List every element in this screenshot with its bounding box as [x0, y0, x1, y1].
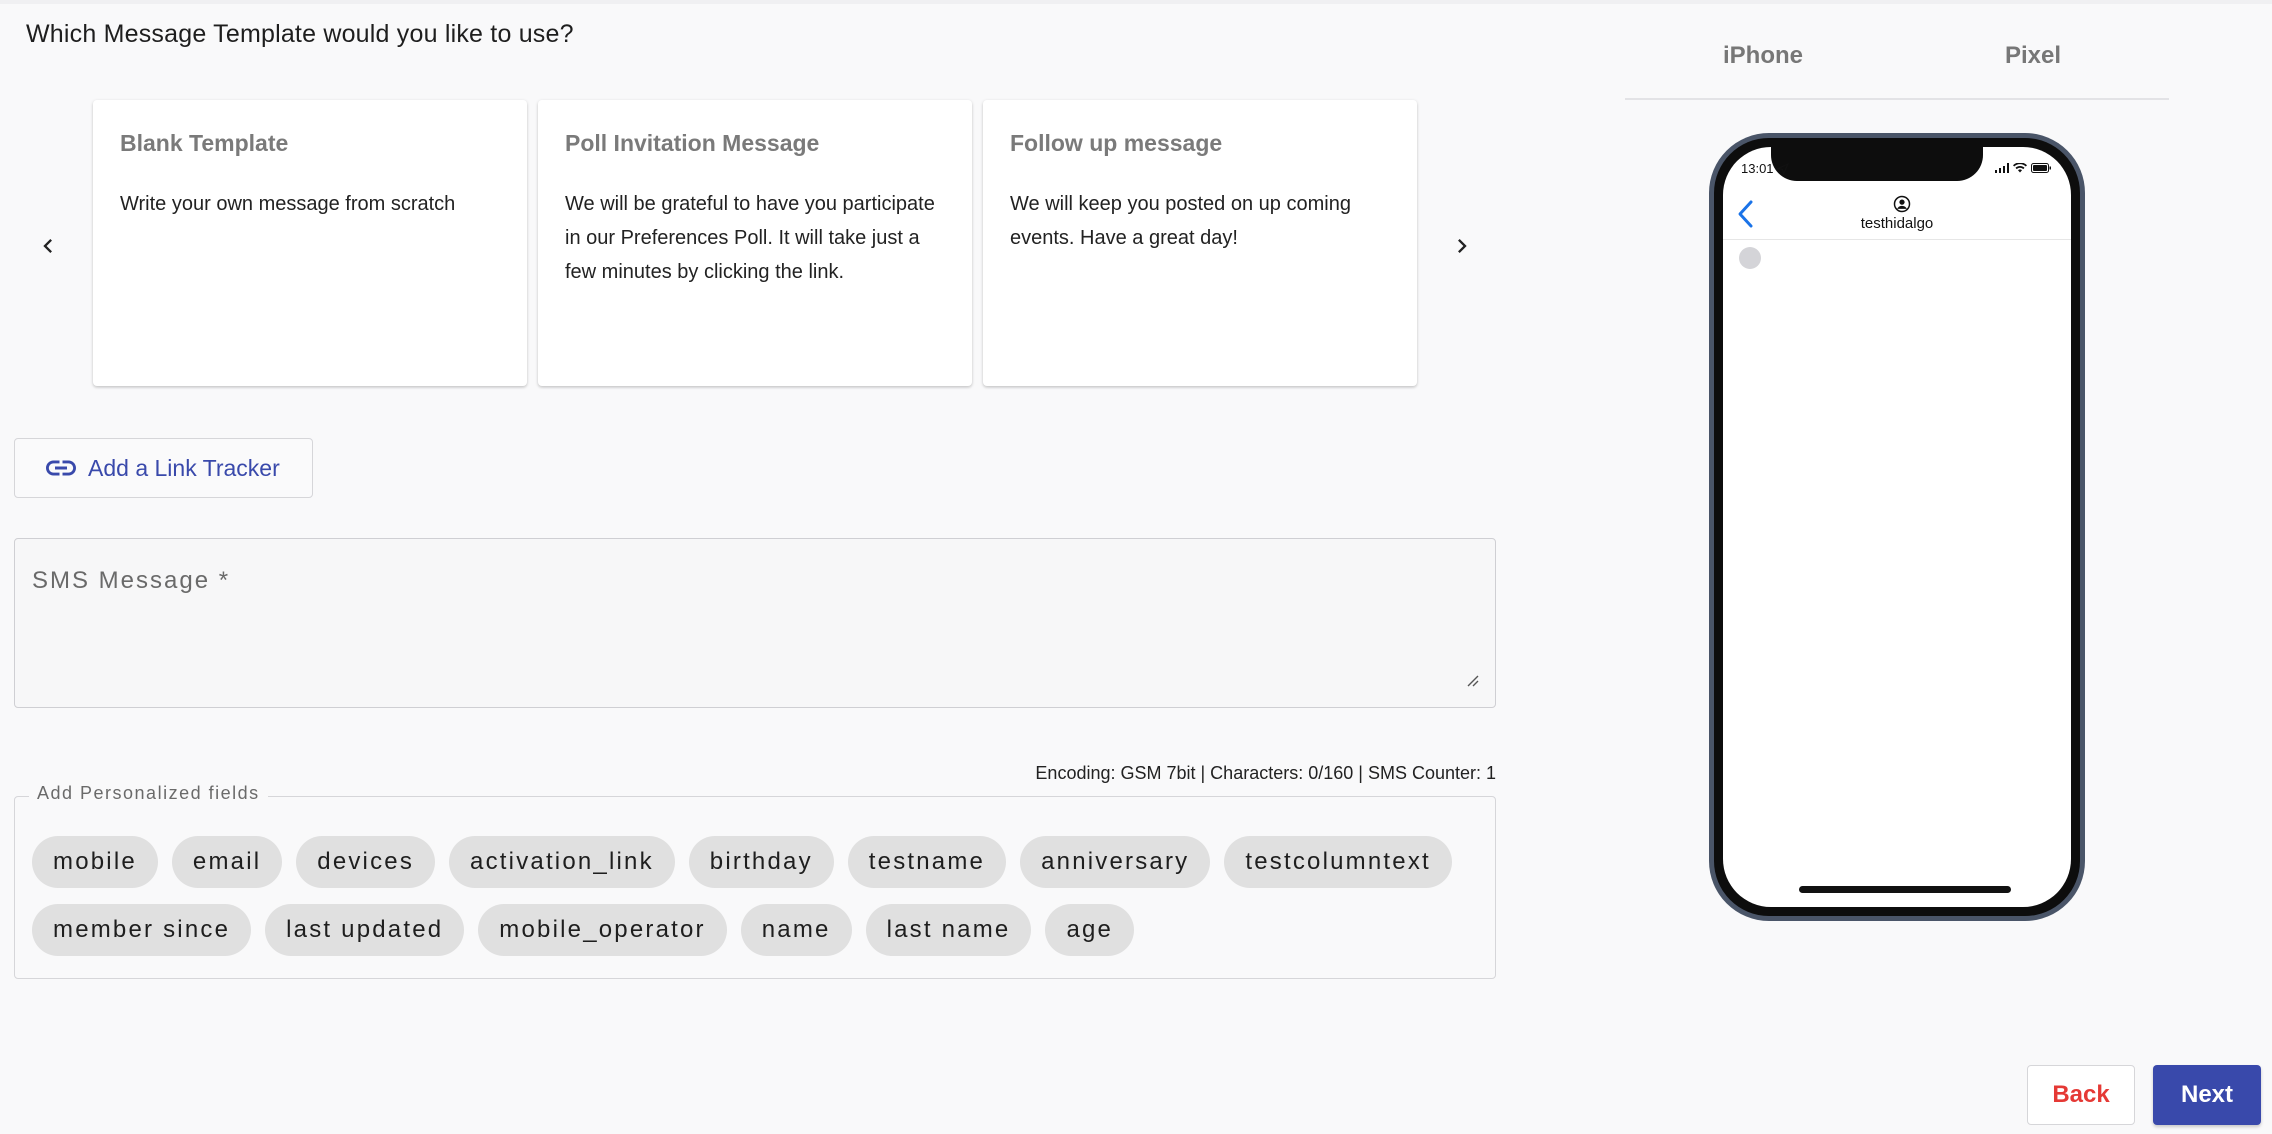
- template-card-blank[interactable]: Blank Template Write your own message fr…: [93, 100, 527, 386]
- field-chip-birthday[interactable]: birthday: [688, 836, 834, 888]
- field-chip-devices[interactable]: devices: [296, 836, 436, 888]
- chevron-left-icon: [43, 239, 52, 253]
- field-chip-activation-link[interactable]: activation_link: [449, 836, 675, 888]
- template-card-body: We will keep you posted on up coming eve…: [1010, 193, 1351, 249]
- contact-avatar-icon: [1893, 195, 1911, 213]
- field-chip-testname[interactable]: testname: [847, 836, 1007, 888]
- field-chip-mobile[interactable]: mobile: [32, 836, 158, 888]
- home-indicator: [1799, 886, 2011, 893]
- sms-message-field: [14, 538, 1496, 708]
- carousel-next-button[interactable]: [1442, 226, 1482, 266]
- template-card-follow-up[interactable]: Follow up message We will keep you poste…: [983, 100, 1417, 386]
- contact-name: testhidalgo: [1860, 215, 1934, 232]
- sms-message-input[interactable]: [15, 539, 1495, 707]
- back-button[interactable]: Back: [2027, 1065, 2135, 1125]
- encoding-info: Encoding: GSM 7bit | Characters: 0/160 |…: [1035, 763, 1496, 783]
- template-card-title: Blank Template: [120, 130, 289, 156]
- field-chip-name[interactable]: name: [740, 904, 852, 956]
- field-chip-mobile-operator[interactable]: mobile_operator: [478, 904, 727, 956]
- tab-iphone[interactable]: iPhone: [1723, 42, 1803, 70]
- top-divider: [0, 0, 2272, 4]
- location-arrow-icon: [1777, 163, 1789, 175]
- field-chip-last-updated[interactable]: last updated: [265, 904, 465, 956]
- template-card-title: Poll Invitation Message: [565, 130, 820, 156]
- personalized-fields-legend: Add Personalized fields: [29, 783, 268, 804]
- chevron-right-icon: [1458, 239, 1467, 253]
- signal-icon: [1995, 163, 2009, 173]
- page-question: Which Message Template would you like to…: [26, 20, 574, 48]
- template-card-body: We will be grateful to have you particip…: [565, 193, 935, 283]
- phone-screen: 13:01 testhidalgo: [1723, 147, 2071, 907]
- phone-notch: [1771, 147, 1983, 181]
- add-link-tracker-button[interactable]: Add a Link Tracker: [14, 438, 313, 498]
- field-chip-anniversary[interactable]: anniversary: [1020, 836, 1211, 888]
- phone-preview: 13:01 testhidalgo: [1709, 133, 2085, 921]
- template-card-poll[interactable]: Poll Invitation Message We will be grate…: [538, 100, 972, 386]
- field-chip-member-since[interactable]: member since: [32, 904, 252, 956]
- battery-icon: [2031, 163, 2051, 173]
- wifi-icon: [2013, 163, 2027, 173]
- status-time: 13:01: [1741, 161, 1774, 176]
- field-chip-testcolumntext[interactable]: testcolumntext: [1224, 836, 1452, 888]
- template-card-title: Follow up message: [1010, 130, 1223, 156]
- field-chip-last-name[interactable]: last name: [865, 904, 1032, 956]
- tab-pixel[interactable]: Pixel: [2005, 42, 2061, 70]
- personalized-fields-group: Add Personalized fields mobile email dev…: [14, 783, 1496, 979]
- field-chip-age[interactable]: age: [1045, 904, 1135, 956]
- next-button[interactable]: Next: [2153, 1065, 2261, 1125]
- template-card-body: Write your own message from scratch: [120, 193, 456, 215]
- add-link-tracker-label: Add a Link Tracker: [88, 454, 280, 481]
- carousel-prev-button[interactable]: [28, 226, 68, 266]
- resize-handle-icon[interactable]: [1463, 671, 1479, 687]
- typing-indicator: [1739, 247, 1761, 269]
- header-divider: [1723, 239, 2071, 240]
- field-chip-email[interactable]: email: [171, 836, 283, 888]
- device-preview-tabs: iPhone Pixel: [1625, 40, 2169, 100]
- link-icon: [46, 460, 76, 476]
- status-icons: [1995, 163, 2051, 173]
